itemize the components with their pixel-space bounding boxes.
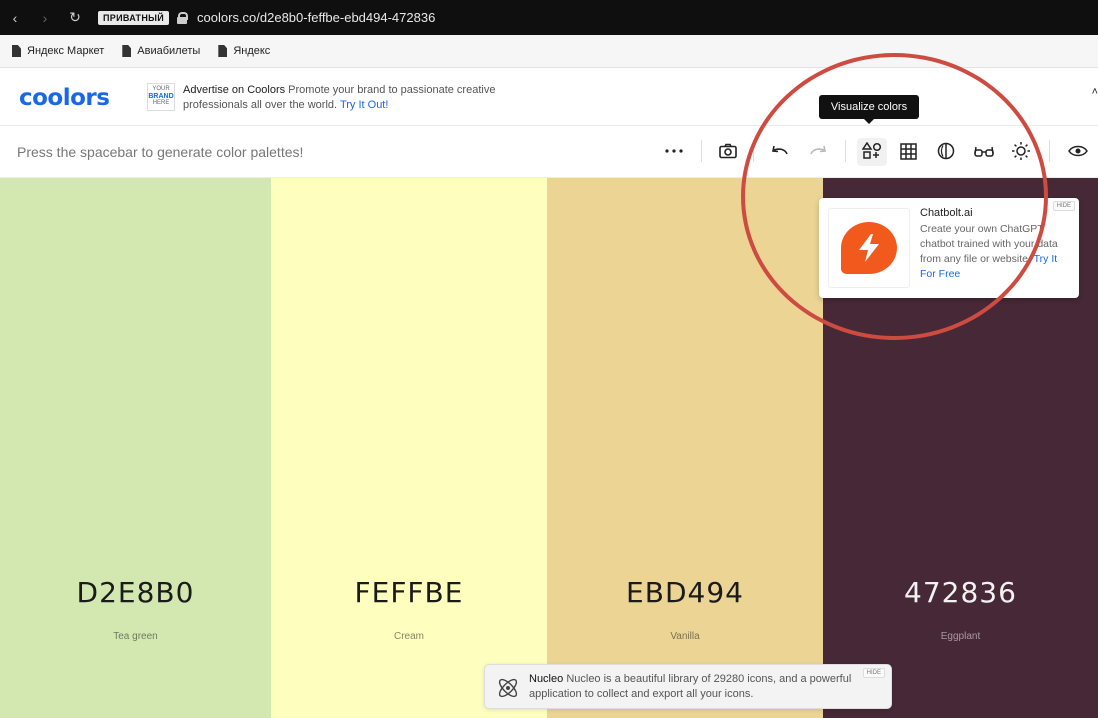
bookmark-aviabilety[interactable]: Авиабилеты: [122, 45, 200, 57]
chatbot-ad-body: Create your own ChatGPT chatbot trained …: [920, 222, 1070, 282]
hide-toast-button[interactable]: HIDE: [862, 668, 885, 678]
page-icon: [122, 45, 132, 57]
swatch-hex-code[interactable]: 472836: [823, 576, 1098, 609]
page-icon: [218, 45, 228, 57]
private-mode-badge: ПРИВАТНЫЙ: [98, 10, 170, 25]
forward-button[interactable]: ›: [30, 10, 60, 26]
lightning-bolt-icon: [841, 222, 897, 274]
redo-icon[interactable]: [806, 139, 830, 163]
color-swatch-1[interactable]: D2E8B0 Tea green: [0, 178, 271, 718]
collapse-ad-caret-icon[interactable]: ˄: [1092, 86, 1098, 98]
bookmark-label: Авиабилеты: [137, 45, 201, 57]
brand-box-line: BRAND: [148, 93, 174, 100]
toolbar-divider: [753, 140, 754, 162]
color-swatch-3[interactable]: EBD494 Vanilla: [547, 178, 823, 718]
nucleo-ad-text: Nucleo Nucleo is a beautiful library of …: [529, 672, 859, 702]
address-bar[interactable]: coolors.co/d2e8b0-feffbe-ebd494-472836: [197, 10, 435, 25]
toolbar-divider: [845, 140, 846, 162]
bookmark-label: Яндекс: [233, 45, 271, 57]
chatbolt-logo: [828, 208, 910, 288]
back-button[interactable]: ‹: [0, 10, 30, 26]
ad-title: Advertise on Coolors: [183, 84, 286, 96]
coolors-logo[interactable]: coolors: [19, 85, 110, 111]
visualize-colors-tooltip: Visualize colors: [819, 95, 919, 124]
chatbot-ad-card[interactable]: Chatbolt.ai Create your own ChatGPT chat…: [819, 198, 1079, 298]
lock-icon: [177, 11, 189, 24]
spacebar-hint: Press the spacebar to generate color pal…: [17, 144, 304, 160]
hide-ad-button[interactable]: HIDE: [1052, 201, 1075, 211]
swatch-hex-code[interactable]: D2E8B0: [0, 576, 271, 609]
glasses-icon[interactable]: [972, 139, 996, 163]
more-dots-icon[interactable]: [662, 139, 686, 163]
nucleo-ad-toast[interactable]: Nucleo Nucleo is a beautiful library of …: [484, 664, 892, 709]
swatch-hex-code[interactable]: EBD494: [547, 576, 823, 609]
swatch-color-name: Tea green: [113, 631, 158, 642]
brand-box-line: HERE: [152, 100, 170, 106]
generator-toolbar: Press the spacebar to generate color pal…: [0, 126, 1098, 178]
chatbot-ad-title: Chatbolt.ai: [920, 207, 973, 219]
camera-icon[interactable]: [716, 139, 740, 163]
bookmarks-bar: Яндекс Маркет Авиабилеты Яндекс: [0, 35, 1098, 68]
ad-text: Advertise on Coolors Promote your brand …: [183, 83, 503, 113]
browser-top-bar: ‹ › ↻ ПРИВАТНЫЙ coolors.co/d2e8b0-feffbe…: [0, 0, 1098, 35]
reload-button[interactable]: ↻: [60, 9, 90, 26]
bookmark-yandex-market[interactable]: Яндекс Маркет: [12, 45, 104, 57]
brand-placeholder-logo: YOUR BRAND HERE: [147, 83, 175, 111]
eye-icon[interactable]: [1066, 139, 1090, 163]
ad-link[interactable]: Try It Out!: [340, 99, 389, 111]
brand-box-line: YOUR: [152, 86, 170, 92]
toolbar-divider: [1049, 140, 1050, 162]
nucleo-ad-title: Nucleo: [529, 673, 564, 685]
ad-bar: coolors YOUR BRAND HERE Advertise on Coo…: [0, 68, 1098, 126]
page-icon: [12, 45, 21, 57]
nucleo-ad-description: Nucleo is a beautiful library of 29280 i…: [529, 673, 852, 700]
atom-icon: [495, 675, 521, 701]
swatch-color-name: Vanilla: [670, 631, 700, 642]
swatch-color-name: Cream: [393, 631, 424, 642]
contrast-icon[interactable]: [934, 139, 958, 163]
swatch-hex-code[interactable]: FEFFBE: [271, 576, 547, 609]
grid-icon[interactable]: [896, 139, 920, 163]
toolbar-divider: [701, 140, 702, 162]
visualize-shapes-icon[interactable]: [860, 139, 884, 163]
bookmark-yandex[interactable]: Яндекс: [218, 45, 270, 57]
bookmark-label: Яндекс Маркет: [27, 45, 105, 57]
color-swatch-2[interactable]: FEFFBE Cream: [271, 178, 547, 718]
swatch-color-name: Eggplant: [940, 631, 981, 642]
undo-icon[interactable]: [768, 139, 792, 163]
brightness-icon[interactable]: [1009, 139, 1033, 163]
